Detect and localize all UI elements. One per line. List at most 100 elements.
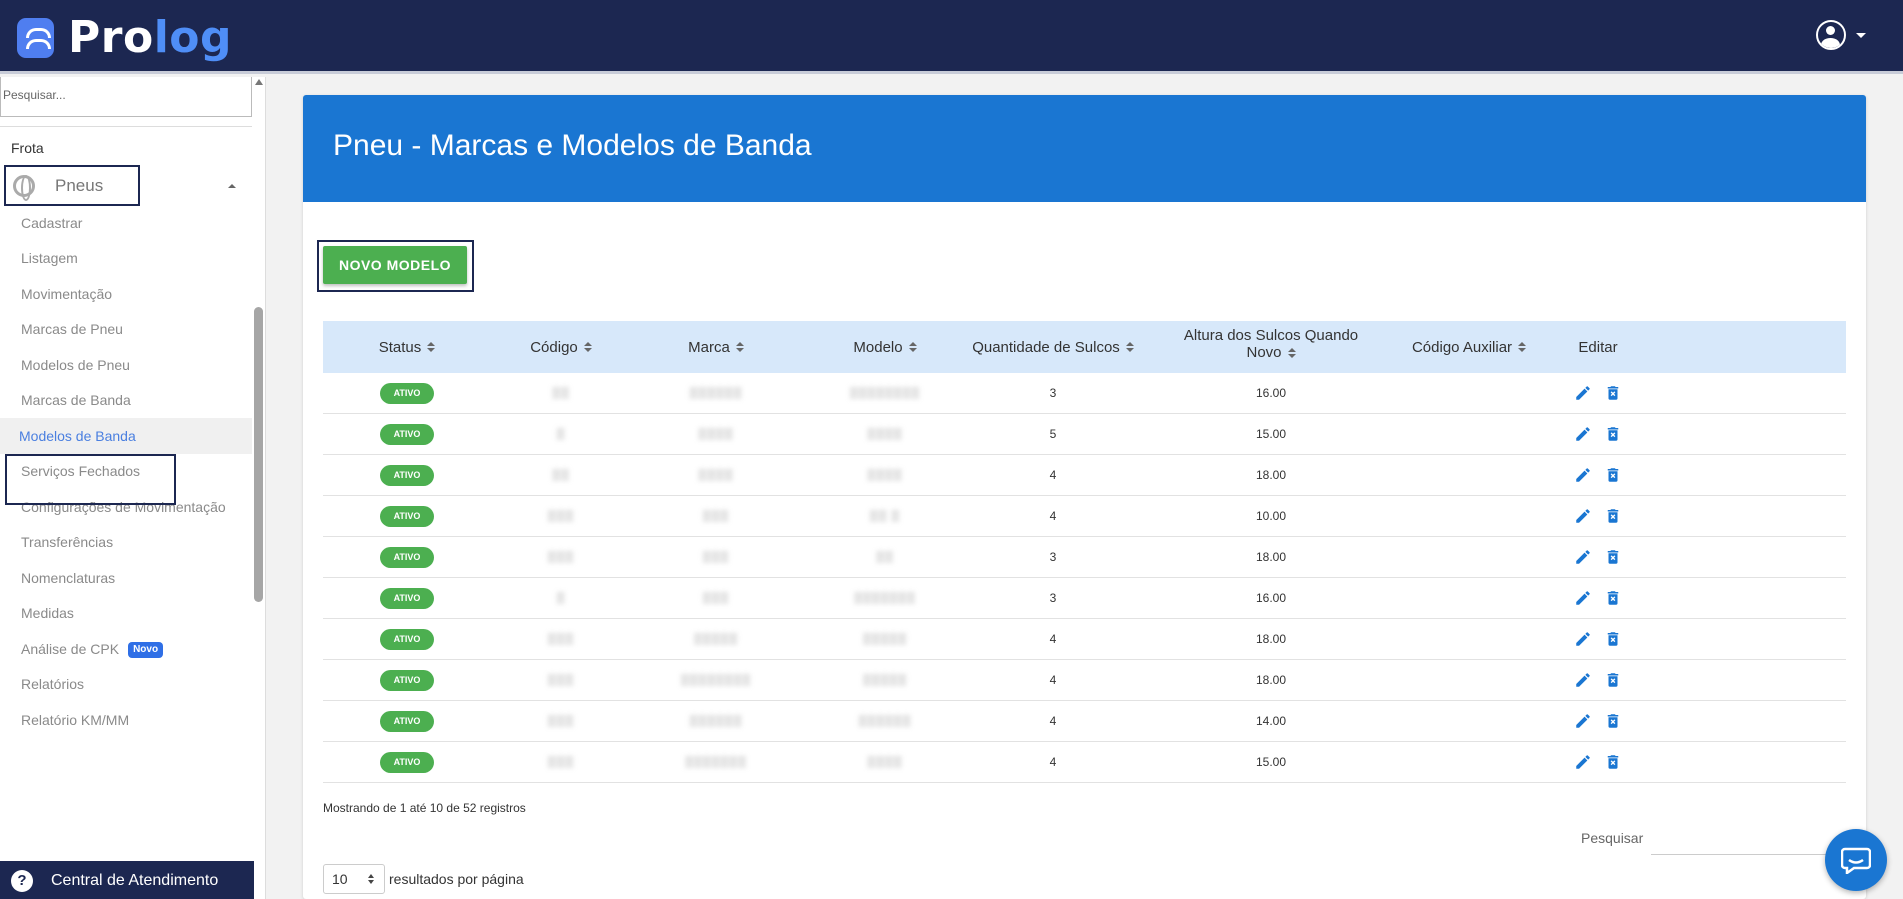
- table-row: ATIVO ▒▒▒ ▒▒▒▒▒▒▒ ▒▒▒▒ 4 15.00: [323, 742, 1846, 783]
- modelo-cell: ▒▒▒▒: [867, 428, 903, 440]
- sidebar-item-cadastrar[interactable]: Cadastrar: [0, 205, 252, 241]
- status-cell: ATIVO: [323, 414, 491, 454]
- codigo-cell: ▒▒▒: [547, 756, 575, 768]
- sidebar-item-analise-cpk[interactable]: Análise de CPK Novo: [0, 631, 252, 667]
- chevron-up-icon[interactable]: [228, 184, 236, 188]
- sidebar-group-pneus[interactable]: Pneus: [4, 165, 140, 206]
- status-cell: ATIVO: [323, 619, 491, 659]
- status-badge: ATIVO: [380, 423, 434, 445]
- sulcos-cell: 4: [1049, 632, 1057, 646]
- actions-cell: [1423, 742, 1773, 782]
- actions-cell: [1423, 414, 1773, 454]
- modelo-cell: ▒▒▒▒: [867, 756, 903, 768]
- delete-icon[interactable]: [1604, 753, 1622, 771]
- modelo-cell: ▒▒▒▒▒: [863, 674, 907, 686]
- modelo-cell: ▒▒▒▒▒: [863, 633, 907, 645]
- marca-cell: ▒▒▒▒▒▒▒: [685, 756, 747, 768]
- sidebar-item-marcas-de-banda[interactable]: Marcas de Banda: [0, 382, 252, 418]
- sort-icon[interactable]: [735, 341, 744, 353]
- prolog-logo[interactable]: Prolog: [17, 12, 232, 63]
- sort-icon[interactable]: [1287, 347, 1296, 359]
- sidebar-item-transferencias[interactable]: Transferências: [0, 524, 252, 560]
- delete-icon[interactable]: [1604, 671, 1622, 689]
- sidebar-item-label: Análise de CPK: [21, 641, 120, 657]
- sidebar-item-modelos-de-pneu[interactable]: Modelos de Pneu: [0, 347, 252, 383]
- sort-icon[interactable]: [583, 341, 592, 353]
- edit-icon[interactable]: [1574, 425, 1592, 443]
- table-row: ATIVO ▒ ▒▒▒▒ ▒▒▒▒ 5 15.00: [323, 414, 1846, 455]
- per-page-select[interactable]: 10: [323, 864, 385, 894]
- sidebar-border: [265, 77, 266, 899]
- status-badge: ATIVO: [380, 382, 434, 404]
- codigo-cell: ▒▒▒: [547, 551, 575, 563]
- edit-icon[interactable]: [1574, 384, 1592, 402]
- status-badge: ATIVO: [380, 464, 434, 486]
- edit-icon[interactable]: [1574, 466, 1592, 484]
- chevron-down-icon[interactable]: [1856, 32, 1866, 38]
- marca-cell: ▒▒▒▒▒: [694, 633, 738, 645]
- sidebar-scrollbar[interactable]: [254, 307, 263, 602]
- column-header-modelo[interactable]: Modelo: [801, 321, 969, 373]
- marca-cell: ▒▒▒▒▒▒: [689, 715, 743, 727]
- table-search-input[interactable]: [1651, 854, 1841, 855]
- table-row: ATIVO ▒▒ ▒▒▒▒▒▒ ▒▒▒▒▒▒▒▒ 3 16.00: [323, 373, 1846, 414]
- altura-cell: 18.00: [1255, 673, 1287, 687]
- sulcos-cell: 3: [1049, 591, 1057, 605]
- column-header-codigo[interactable]: Código: [491, 321, 631, 373]
- chat-button[interactable]: [1825, 829, 1887, 891]
- central-atendimento-button[interactable]: ? Central de Atendimento: [0, 861, 254, 899]
- table-row: ATIVO ▒▒▒ ▒▒▒▒▒▒ ▒▒▒▒▒▒ 4 14.00: [323, 701, 1846, 742]
- delete-icon[interactable]: [1604, 507, 1622, 525]
- delete-icon[interactable]: [1604, 630, 1622, 648]
- sidebar-item-listagem[interactable]: Listagem: [0, 240, 252, 276]
- modelo-cell: ▒▒▒▒▒▒▒: [854, 592, 916, 604]
- status-badge: ATIVO: [380, 546, 434, 568]
- sidebar-item-relatorios[interactable]: Relatórios: [0, 666, 252, 702]
- new-badge: Novo: [128, 642, 164, 659]
- delete-icon[interactable]: [1604, 548, 1622, 566]
- sidebar-item-marcas-de-pneu[interactable]: Marcas de Pneu: [0, 311, 252, 347]
- sort-icon[interactable]: [1125, 341, 1134, 353]
- altura-cell: 15.00: [1255, 427, 1287, 441]
- scroll-up-arrow-icon[interactable]: [255, 79, 263, 85]
- table-header: Status Código Marca Modelo Quantidade de…: [323, 321, 1846, 373]
- edit-icon[interactable]: [1574, 712, 1592, 730]
- codigo-cell: ▒▒: [552, 469, 570, 481]
- delete-icon[interactable]: [1604, 384, 1622, 402]
- table-row: ATIVO ▒▒▒ ▒▒▒▒▒▒▒▒ ▒▒▒▒▒ 4 18.00: [323, 660, 1846, 701]
- column-header-quantidade-sulcos[interactable]: Quantidade de Sulcos: [969, 321, 1137, 373]
- novo-modelo-button[interactable]: NOVO MODELO: [323, 246, 467, 284]
- column-header-marca[interactable]: Marca: [631, 321, 801, 373]
- central-atendimento-label: Central de Atendimento: [51, 872, 219, 889]
- delete-icon[interactable]: [1604, 425, 1622, 443]
- actions-cell: [1423, 496, 1773, 536]
- sidebar-item-nomenclaturas[interactable]: Nomenclaturas: [0, 560, 252, 596]
- codigo-cell: ▒▒▒: [547, 674, 575, 686]
- sort-icon[interactable]: [908, 341, 917, 353]
- delete-icon[interactable]: [1604, 466, 1622, 484]
- sidebar-search-input[interactable]: Pesquisar...: [0, 77, 252, 117]
- sidebar-item-medidas[interactable]: Medidas: [0, 595, 252, 631]
- sidebar-item-modelos-de-banda[interactable]: Modelos de Banda: [0, 418, 252, 454]
- modelo-cell: ▒▒: [876, 551, 894, 563]
- sidebar-section-frota: Frota: [11, 140, 44, 156]
- edit-icon[interactable]: [1574, 630, 1592, 648]
- edit-icon[interactable]: [1574, 753, 1592, 771]
- user-avatar-icon[interactable]: [1816, 20, 1846, 50]
- select-arrows-icon: [368, 874, 376, 885]
- user-menu[interactable]: [1816, 20, 1866, 50]
- delete-icon[interactable]: [1604, 712, 1622, 730]
- sidebar-item-movimentacao[interactable]: Movimentação: [0, 276, 252, 312]
- delete-icon[interactable]: [1604, 589, 1622, 607]
- column-header-status[interactable]: Status: [323, 321, 491, 373]
- sulcos-cell: 4: [1049, 509, 1057, 523]
- edit-icon[interactable]: [1574, 671, 1592, 689]
- sidebar-item-relatorio-km-mm[interactable]: Relatório KM/MM: [0, 702, 252, 738]
- sulcos-cell: 4: [1049, 714, 1057, 728]
- edit-icon[interactable]: [1574, 548, 1592, 566]
- main-card: Pneu - Marcas e Modelos de Banda NOVO MO…: [303, 95, 1866, 899]
- edit-icon[interactable]: [1574, 589, 1592, 607]
- codigo-cell: ▒▒: [552, 387, 570, 399]
- edit-icon[interactable]: [1574, 507, 1592, 525]
- sort-icon[interactable]: [427, 341, 436, 353]
